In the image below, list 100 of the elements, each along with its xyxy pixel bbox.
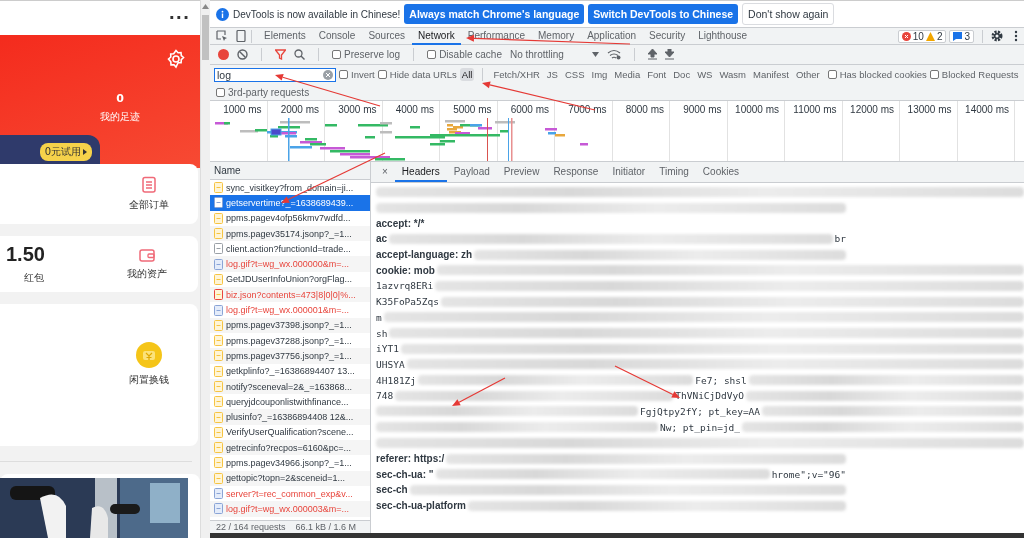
detail-tab[interactable]: Cookies <box>695 162 746 182</box>
panel-tab[interactable]: Sources <box>362 27 412 45</box>
request-row[interactable]: log.gif?t=wg_wx.000000&m=... <box>210 256 370 272</box>
more-menu-button[interactable]: ··· <box>168 8 190 28</box>
panel-tab[interactable]: Console <box>312 27 362 45</box>
assets-label[interactable]: 我的资产 <box>127 266 168 281</box>
type-filter[interactable]: Font <box>645 68 669 81</box>
type-filter[interactable]: Manifest <box>751 68 791 81</box>
request-row[interactable]: ppms.pagev34966.jsonp?_=1... <box>210 455 370 471</box>
request-row[interactable]: biz.json?contents=473|8|0|0|%... <box>210 287 370 303</box>
clear-field-icon[interactable] <box>323 69 333 80</box>
request-row[interactable]: plusinfo?_=16386894408 12&... <box>210 409 370 425</box>
request-row[interactable]: ppms.pagev35174.jsonp?_=1... <box>210 225 370 242</box>
request-name: log.gif?t=wg_wx.000003&m=... <box>226 503 350 514</box>
more-options-icon[interactable] <box>1014 30 1018 42</box>
filter-icon[interactable] <box>275 49 286 60</box>
request-row[interactable]: getkplinfo?_=16386894407 13... <box>210 363 370 379</box>
header-value: Nw; pt_pin=jd_ <box>659 421 741 433</box>
request-row[interactable]: log.gif?t=wg_wx.000001&m=... <box>210 302 370 318</box>
clear-icon[interactable] <box>237 49 248 60</box>
type-filter[interactable]: CSS <box>562 68 587 81</box>
trial-badge[interactable]: 0元试用 <box>39 142 92 161</box>
detail-tab[interactable]: Payload <box>446 162 497 182</box>
type-filter[interactable]: WS <box>695 68 715 81</box>
language-button[interactable]: Switch DevTools to Chinese <box>588 4 739 24</box>
checkbox-label[interactable]: Invert <box>351 69 375 80</box>
error-icon <box>901 31 911 41</box>
checkbox-label[interactable]: Disable cache <box>439 49 502 60</box>
checkbox-label[interactable]: Blocked Requests <box>941 69 1019 80</box>
device-icon[interactable] <box>236 30 246 42</box>
request-row[interactable]: log.gif?t=wg_wx.000003&m=... <box>210 501 370 517</box>
panel-tab[interactable]: Application <box>581 27 643 45</box>
search-icon[interactable] <box>294 49 305 60</box>
request-row[interactable]: VerifyUserQualification?scene... <box>210 424 370 441</box>
checkbox[interactable] <box>339 70 348 79</box>
type-filter[interactable]: Media <box>612 68 643 81</box>
checkbox-label[interactable]: Preserve log <box>344 49 401 60</box>
type-filter[interactable]: Wasm <box>717 68 748 81</box>
checkbox[interactable] <box>929 70 939 79</box>
request-row[interactable]: gettopic?topn=2&sceneid=1... <box>210 470 370 486</box>
panel-tab[interactable]: Security <box>643 27 692 45</box>
footprint-label[interactable]: 我的足迹 <box>100 109 140 124</box>
close-button[interactable]: × <box>375 162 395 182</box>
timeline-tick-label: 3000 ms <box>325 101 383 118</box>
checkbox[interactable] <box>216 87 225 97</box>
checkbox[interactable] <box>377 70 387 79</box>
scrollbar-thumb[interactable] <box>202 15 209 60</box>
detail-tab[interactable]: Headers <box>394 162 447 182</box>
panel-tab[interactable]: Lighthouse <box>692 27 754 45</box>
record-icon[interactable] <box>218 49 229 60</box>
dismiss-button[interactable]: Don't show again <box>742 3 835 25</box>
detail-tab[interactable]: Timing <box>652 162 696 182</box>
resale-label[interactable]: 闲置换钱 <box>128 372 169 387</box>
detail-tab[interactable]: Initiator <box>605 162 653 182</box>
throttling-dropdown[interactable]: No throttling <box>509 49 599 60</box>
request-row[interactable]: notify?sceneval=2&_=163868... <box>210 378 370 395</box>
type-filter[interactable]: JS <box>544 68 560 81</box>
checkbox-label[interactable]: 3rd-party requests <box>228 86 310 98</box>
panel-tab[interactable]: Memory <box>532 27 581 45</box>
request-row[interactable]: getservertime?_=1638689439... <box>210 195 370 211</box>
language-button[interactable]: Always match Chrome's language <box>404 4 585 24</box>
header-value: Fe7; shsl <box>695 374 747 386</box>
checkbox[interactable] <box>427 50 437 59</box>
detail-tab[interactable]: Preview <box>496 162 547 182</box>
request-name: ppms.pagev4ofp56kmv7wdfd... <box>226 213 351 224</box>
panel-tab[interactable]: Performance <box>461 27 531 45</box>
amount-label[interactable]: 红包 <box>24 271 44 286</box>
request-row[interactable]: ppms.pagev37398.jsonp?_=1... <box>210 317 370 333</box>
orders-label[interactable]: 全部订单 <box>128 198 169 213</box>
type-filter[interactable]: All <box>459 68 475 81</box>
checkbox[interactable] <box>827 70 837 79</box>
inspect-icon[interactable] <box>216 30 228 42</box>
import-icon[interactable] <box>647 49 657 60</box>
request-row[interactable]: ppms.pagev37288.jsonp?_=1... <box>210 332 370 349</box>
type-filter[interactable]: Fetch/XHR <box>491 68 542 81</box>
footprint-count: 0 <box>116 91 124 105</box>
type-filter[interactable]: Doc <box>671 68 693 81</box>
type-filter[interactable]: Other <box>793 68 822 81</box>
issue-counter[interactable]: 10 2 <box>897 29 947 43</box>
detail-tab[interactable]: Response <box>546 162 606 182</box>
request-row[interactable]: client.action?functionId=trade... <box>210 241 370 257</box>
request-name: getrecinfo?recpos=6160&pc=... <box>226 442 352 453</box>
request-row[interactable]: GetJDUserInfoUnion?orgFlag... <box>210 271 370 288</box>
filter-field[interactable]: log <box>214 67 336 82</box>
request-row[interactable]: queryjdcouponlistwithfinance... <box>210 394 370 410</box>
checkbox[interactable] <box>332 50 341 59</box>
export-icon[interactable] <box>664 49 674 60</box>
header-value: 1azvrq8ERi <box>376 280 434 292</box>
request-row[interactable]: ppms.pagev4ofp56kmv7wdfd... <box>210 210 370 226</box>
checkbox-label[interactable]: Has blocked cookies <box>839 69 927 80</box>
request-row[interactable]: ppms.pagev37756.jsonp?_=1... <box>210 348 370 364</box>
request-name: ppms.pagev37398.jsonp?_=1... <box>226 320 352 331</box>
message-counter[interactable]: 3 <box>949 29 974 43</box>
request-row[interactable]: server?t=rec_common_exp&v... <box>210 485 370 502</box>
network-conditions-icon[interactable] <box>606 49 621 60</box>
settings-icon[interactable] <box>991 30 1003 42</box>
checkbox-label[interactable]: Hide data URLs <box>389 69 457 80</box>
request-row[interactable]: getrecinfo?recpos=6160&pc=... <box>210 440 370 456</box>
panel-tab[interactable]: Elements <box>258 27 312 45</box>
type-filter[interactable]: Img <box>589 68 610 81</box>
